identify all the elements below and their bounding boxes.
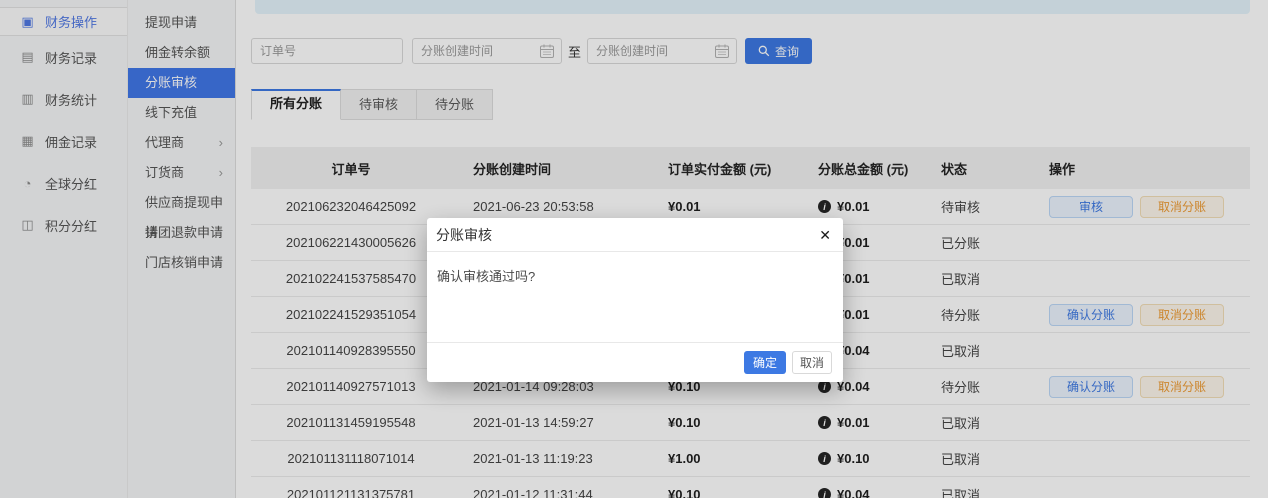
modal-footer: 确定 取消	[427, 342, 843, 382]
modal-body-text: 确认审核通过吗?	[427, 252, 843, 342]
modal-header: 分账审核 ✕	[427, 218, 843, 252]
cancel-button[interactable]: 取消	[792, 351, 832, 374]
modal-title: 分账审核	[436, 225, 492, 245]
confirm-button[interactable]: 确定	[744, 351, 786, 374]
split-review-modal: 分账审核 ✕ 确认审核通过吗? 确定 取消	[427, 218, 843, 382]
close-icon[interactable]: ✕	[819, 228, 831, 242]
